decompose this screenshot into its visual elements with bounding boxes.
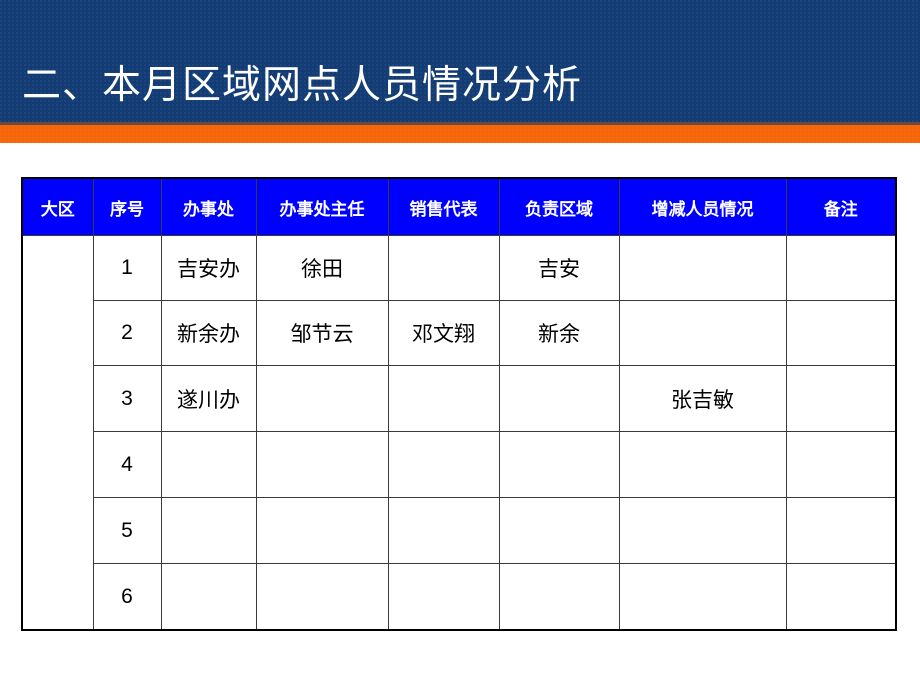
cell-sales-rep (387, 563, 500, 631)
table-row: 2 新余办 邹节云 邓文翔 新余 (22, 300, 897, 366)
staff-table-container: 大区 序号 办事处 办事处主任 销售代表 负责区域 增减人员情况 备注 1 吉安… (21, 177, 897, 631)
cell-staff-change (618, 300, 787, 366)
cell-seq: 6 (92, 563, 162, 631)
cell-seq: 5 (92, 497, 162, 564)
cell-note (785, 300, 897, 366)
column-header-area: 负责区域 (498, 177, 620, 236)
table-header: 大区 序号 办事处 办事处主任 销售代表 负责区域 增减人员情况 备注 (21, 177, 897, 236)
cell-area (498, 497, 620, 564)
accent-bar (0, 125, 920, 143)
cell-office: 遂川办 (160, 365, 257, 432)
cell-office-head: 徐田 (255, 235, 389, 301)
cell-office: 吉安办 (160, 235, 257, 301)
table-header-row: 大区 序号 办事处 办事处主任 销售代表 负责区域 增减人员情况 备注 (21, 177, 897, 236)
cell-office (160, 563, 257, 631)
table-body: 1 吉安办 徐田 吉安 2 新余办 邹节云 邓文翔 新余 3 遂川办 张吉敏 4… (21, 235, 897, 631)
cell-seq: 2 (92, 300, 162, 366)
cell-sales-rep (387, 431, 500, 498)
cell-staff-change: 张吉敏 (618, 365, 787, 432)
column-header-seq: 序号 (92, 177, 162, 236)
table-row: 4 (22, 431, 897, 498)
cell-office-head: 邹节云 (255, 300, 389, 366)
slide-header-band: 二、本月区域网点人员情况分析 (0, 0, 920, 124)
cell-office-head (255, 431, 389, 498)
cell-area (498, 365, 620, 432)
cell-office (160, 497, 257, 564)
cell-note (785, 431, 897, 498)
staff-table: 大区 序号 办事处 办事处主任 销售代表 负责区域 增减人员情况 备注 1 吉安… (21, 177, 897, 631)
cell-note (785, 235, 897, 301)
cell-area (498, 431, 620, 498)
cell-note (785, 497, 897, 564)
column-header-note: 备注 (785, 177, 897, 236)
cell-seq: 1 (92, 235, 162, 301)
cell-office-head (255, 497, 389, 564)
cell-sales-rep (387, 497, 500, 564)
table-row: 5 (22, 497, 897, 564)
cell-staff-change (618, 497, 787, 564)
cell-area: 新余 (498, 300, 620, 366)
column-header-region: 大区 (21, 177, 94, 236)
page-title: 二、本月区域网点人员情况分析 (22, 64, 583, 107)
table-row: 3 遂川办 张吉敏 (22, 365, 897, 432)
cell-area: 吉安 (498, 235, 620, 301)
cell-staff-change (618, 431, 787, 498)
cell-sales-rep: 邓文翔 (387, 300, 500, 366)
cell-note (785, 563, 897, 631)
column-header-office: 办事处 (160, 177, 257, 236)
cell-office: 新余办 (160, 300, 257, 366)
cell-region (21, 235, 94, 631)
cell-office (160, 431, 257, 498)
column-header-office-head: 办事处主任 (255, 177, 389, 236)
cell-seq: 4 (92, 431, 162, 498)
cell-staff-change (618, 563, 787, 631)
cell-staff-change (618, 235, 787, 301)
cell-sales-rep (387, 365, 500, 432)
table-row: 6 (22, 563, 897, 631)
cell-area (498, 563, 620, 631)
cell-office-head (255, 365, 389, 432)
column-header-staff-change: 增减人员情况 (618, 177, 787, 236)
cell-note (785, 365, 897, 432)
column-header-sales-rep: 销售代表 (387, 177, 500, 236)
cell-office-head (255, 563, 389, 631)
cell-seq: 3 (92, 365, 162, 432)
cell-sales-rep (387, 235, 500, 301)
table-row: 1 吉安办 徐田 吉安 (21, 235, 897, 631)
